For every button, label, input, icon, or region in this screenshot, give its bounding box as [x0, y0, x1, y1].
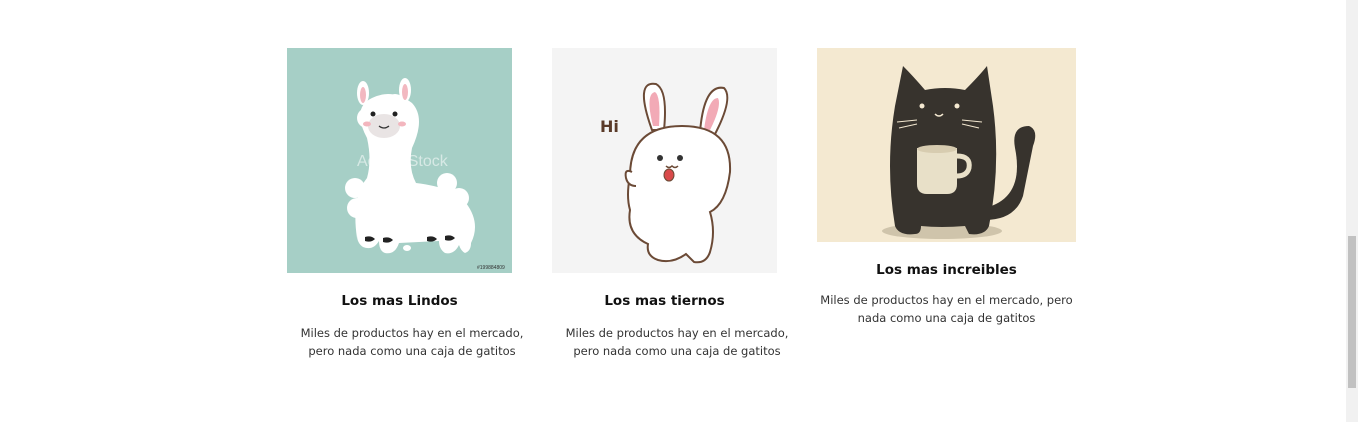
card-description: Miles de productos hay en el mercado, pe… — [820, 293, 1073, 325]
alpaca-image: Adobe Stock #199884809 — [287, 48, 512, 273]
stock-id-text: #199884809 — [477, 265, 505, 271]
card-title: Los mas Lindos — [341, 293, 458, 309]
card-description: Miles de productos hay en el mercado, pe… — [565, 326, 789, 358]
cat-with-mug-image — [817, 48, 1076, 242]
product-card-increibles: Los mas increibles Miles de productos ha… — [817, 48, 1076, 327]
scrollbar-thumb[interactable] — [1348, 236, 1356, 388]
vertical-scrollbar[interactable] — [1346, 0, 1358, 422]
product-card-lindos: Adobe Stock #199884809 Los mas Lindos Mi… — [287, 48, 523, 360]
bunny-image: Hi — [552, 48, 777, 273]
greeting-text: Hi — [600, 117, 619, 136]
card-title: Los mas increibles — [876, 262, 1017, 278]
product-card-tiernos: Hi Los mas tiernos Miles de productos ha… — [552, 48, 788, 360]
watermark-text: Adobe Stock — [357, 153, 449, 170]
card-description: Miles de productos hay en el mercado, pe… — [300, 326, 524, 358]
card-title: Los mas tiernos — [604, 293, 725, 309]
